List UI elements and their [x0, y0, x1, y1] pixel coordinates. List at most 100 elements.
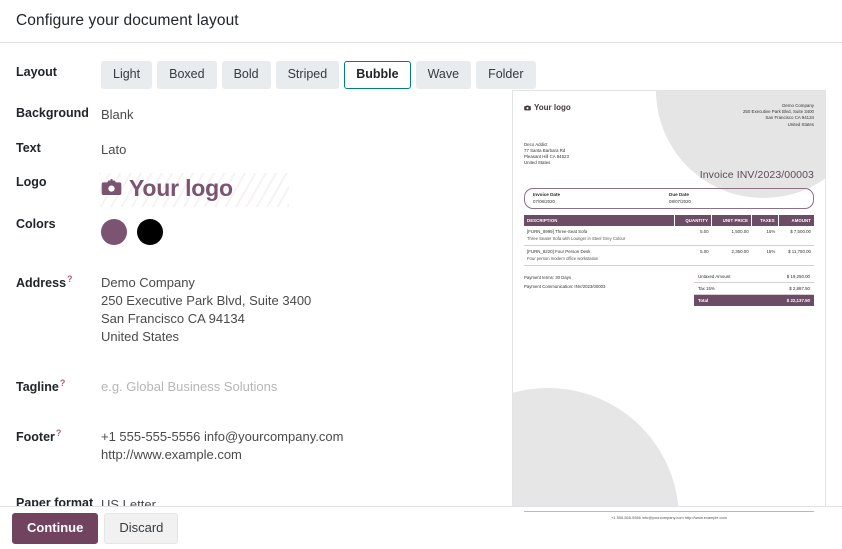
row-0-sub: Three Seater Sofa with Lounger in Steel …	[527, 236, 626, 242]
label-footer-text: Footer	[16, 430, 55, 445]
field-row-tagline: Tagline? e.g. Global Business Solutions	[16, 374, 512, 396]
row-1-quantity: 5.00	[674, 245, 712, 267]
col-amount: AMOUNT	[778, 215, 814, 227]
table-row: [FURN_8999] Three-Seat Sofa Three Seater…	[524, 226, 814, 247]
row-1-amount: $ 11,750.00	[778, 245, 814, 267]
label-address-text: Address	[16, 276, 67, 291]
col-quantity: QUANTITY	[674, 215, 713, 227]
label-colors: Colors	[16, 217, 56, 231]
row-0-amount: $ 7,500.00	[778, 226, 814, 247]
help-icon-footer[interactable]: ?	[56, 428, 62, 438]
color-swatch-primary[interactable]	[101, 219, 127, 245]
layout-option-striped[interactable]: Striped	[275, 61, 340, 89]
col-unit-price: UNIT PRICE	[711, 215, 753, 227]
preview-totals: Untaxed Amount $ 19,250.00 Tax 15% $ 2,8…	[694, 271, 814, 307]
label-address: Address?	[16, 270, 101, 290]
color-swatch-secondary[interactable]	[137, 219, 163, 245]
layout-settings-form: Layout Light Boxed Bold Striped Bubble W…	[16, 57, 536, 512]
preview-invoice-title: Invoice INV/2023/00003	[699, 169, 814, 182]
label-tagline-text: Tagline	[16, 380, 59, 395]
logo-upload-placeholder[interactable]: Your logo	[99, 173, 512, 207]
footer-line-1: +1 555-555-5556 info@yourcompany.com	[101, 429, 344, 444]
preview-invoice-date-label: Invoice Date	[533, 192, 561, 198]
total-row-total: Total $ 22,137.50	[694, 294, 814, 307]
address-value[interactable]: Demo Company 250 Executive Park Blvd, Su…	[101, 270, 512, 346]
field-row-background: Background Blank	[16, 102, 512, 124]
page-title: Configure your document layout	[16, 12, 239, 29]
camera-icon	[101, 179, 122, 197]
field-row-colors: Colors	[16, 213, 512, 245]
preview-line-items-table: DESCRIPTION QUANTITY UNIT PRICE TAXES AM…	[524, 215, 814, 267]
footer-line-2: http://www.example.com	[101, 447, 242, 462]
preview-logo-text: Your logo	[534, 103, 571, 112]
label-logo: Logo	[16, 175, 47, 189]
layout-option-wave[interactable]: Wave	[415, 61, 472, 89]
untaxed-value: $ 19,250.00	[761, 271, 814, 284]
camera-icon	[524, 105, 531, 110]
col-description: DESCRIPTION	[524, 215, 676, 227]
layout-option-folder[interactable]: Folder	[476, 61, 536, 89]
row-1-unit-price: 2,350.00	[711, 245, 752, 267]
field-row-address: Address? Demo Company 250 Executive Park…	[16, 270, 512, 346]
table-header-row: DESCRIPTION QUANTITY UNIT PRICE TAXES AM…	[524, 215, 814, 227]
label-tagline: Tagline?	[16, 374, 101, 394]
preview-invoice-date-value: 07/08/2020	[533, 199, 555, 205]
footer-input[interactable]: +1 555-555-5556 info@yourcompany.com htt…	[101, 424, 512, 464]
row-0-taxes: 15%	[751, 226, 779, 247]
field-row-logo: Logo Your logo	[16, 171, 512, 207]
font-select[interactable]: Lato	[101, 137, 512, 159]
row-0-unit-price: 1,500.00	[711, 226, 752, 247]
untaxed-label: Untaxed Amount	[694, 271, 762, 284]
field-row-footer: Footer? +1 555-555-5556 info@yourcompany…	[16, 424, 512, 464]
preview-payment-communication: Payment Communication: INV/2023/00003	[524, 284, 606, 290]
discard-button[interactable]: Discard	[104, 512, 179, 544]
label-background: Background	[16, 106, 89, 120]
label-text: Text	[16, 141, 41, 155]
preview-header: Your logo Demo Company 250 Executive Par…	[524, 103, 814, 128]
tax-value: $ 2,887.50	[761, 282, 814, 296]
preview-invoice-date: Invoice Date 07/08/2020	[533, 192, 669, 204]
row-0-description: [FURN_8999] Three-Seat Sofa	[527, 229, 588, 235]
preview-customer-line-4: United States	[524, 160, 551, 166]
address-line-1: Demo Company	[101, 275, 195, 290]
help-icon-address[interactable]: ?	[67, 274, 73, 284]
label-layout: Layout	[16, 65, 57, 79]
address-line-3: San Francisco CA 94134	[101, 311, 245, 326]
logo-placeholder-text: Your logo	[129, 175, 233, 201]
color-swatch-group	[101, 217, 512, 245]
total-label: Total	[694, 294, 762, 307]
tax-label: Tax 15%	[694, 282, 762, 296]
total-value: $ 22,137.50	[761, 294, 814, 307]
preview-footer: +1 555-555-5556 info@yourcompany.com htt…	[524, 511, 814, 520]
document-layout-wizard: Configure your document layout Layout Li…	[0, 0, 842, 549]
label-footer: Footer?	[16, 424, 101, 444]
layout-option-boxed[interactable]: Boxed	[157, 61, 217, 89]
preview-payment-info: Payment terms: 30 Days Payment Communica…	[524, 271, 688, 306]
layout-option-bubble[interactable]: Bubble	[344, 61, 411, 89]
preview-due-date-label: Due Date	[669, 192, 689, 198]
preview-date-box: Invoice Date 07/08/2020 Due Date 08/07/2…	[524, 188, 814, 210]
total-row-untaxed: Untaxed Amount $ 19,250.00	[694, 271, 814, 284]
preview-company-address: Demo Company 250 Executive Park Blvd, Su…	[743, 103, 814, 128]
document-preview: Your logo Demo Company 250 Executive Par…	[512, 90, 826, 533]
footer-divider	[524, 511, 814, 512]
layout-option-bold[interactable]: Bold	[221, 61, 271, 89]
layout-option-group[interactable]: Light Boxed Bold Striped Bubble Wave Fol…	[101, 61, 536, 89]
continue-button[interactable]: Continue	[12, 512, 99, 544]
row-0-quantity: 5.00	[674, 226, 712, 247]
row-1-description: [FURN_8220] Four Person Desk	[527, 249, 591, 255]
address-line-4: United States	[101, 329, 180, 344]
total-row-tax: Tax 15% $ 2,887.50	[694, 282, 814, 296]
layout-option-light[interactable]: Light	[101, 61, 153, 89]
dialog-body: Layout Light Boxed Bold Striped Bubble W…	[0, 43, 842, 533]
tagline-input[interactable]: e.g. Global Business Solutions	[101, 374, 512, 396]
field-row-layout: Layout Light Boxed Bold Striped Bubble W…	[16, 61, 536, 89]
col-taxes: TAXES	[751, 215, 779, 227]
background-select[interactable]: Blank	[101, 102, 512, 124]
address-line-2: 250 Executive Park Blvd, Suite 3400	[101, 293, 312, 308]
preview-footer-text: +1 555-555-5556 info@yourcompany.com htt…	[611, 515, 727, 520]
preview-logo: Your logo	[524, 103, 571, 112]
help-icon-tagline[interactable]: ?	[60, 378, 66, 388]
preview-due-date-value: 08/07/2020	[669, 199, 691, 205]
preview-company-line-4: United States	[787, 121, 814, 127]
